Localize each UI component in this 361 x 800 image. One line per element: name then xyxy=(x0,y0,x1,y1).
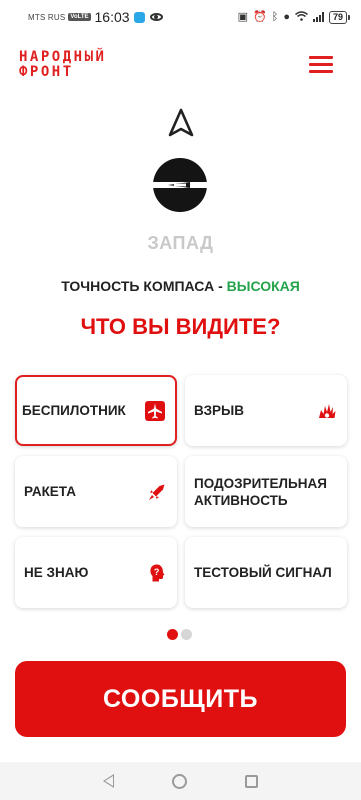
explosion-icon xyxy=(317,401,337,421)
question-head-icon: ? xyxy=(147,563,167,583)
logo-line-2: ФРОНТ xyxy=(19,64,74,80)
status-bar: MTS RUS VoLTE 16:03 ▣ ⏰ ᛒ ● 79 xyxy=(0,0,361,34)
svg-text:?: ? xyxy=(154,566,160,576)
hamburger-menu-icon[interactable] xyxy=(309,56,333,76)
compass-accuracy: ТОЧНОСТЬ КОМПАСА - ВЫСОКАЯ xyxy=(0,278,361,294)
page-dot-active[interactable] xyxy=(167,629,178,640)
volte-badge: VoLTE xyxy=(68,13,91,21)
back-icon[interactable] xyxy=(103,774,114,788)
option-label: РАКЕТА xyxy=(24,484,76,499)
option-label: НЕ ЗНАЮ xyxy=(24,565,89,580)
option-test-signal[interactable]: ТЕСТОВЫЙ СИГНАЛ xyxy=(185,537,347,608)
option-drone[interactable]: БЕСПИЛОТНИК xyxy=(15,375,177,446)
option-rocket[interactable]: РАКЕТА xyxy=(15,456,177,527)
wifi-icon xyxy=(295,10,308,24)
clock: 16:03 xyxy=(94,9,130,25)
option-suspicious-activity[interactable]: ПОДОЗРИТЕЛЬНАЯ АКТИВНОСТЬ xyxy=(185,456,347,527)
accuracy-label: ТОЧНОСТЬ КОМПАСА - xyxy=(61,278,227,294)
accuracy-value: ВЫСОКАЯ xyxy=(226,278,300,294)
bluetooth-icon: ᛒ xyxy=(271,10,279,23)
navigation-arrow-icon xyxy=(167,108,195,138)
airplane-icon xyxy=(145,400,165,421)
app-header: НАРОДНЫЙ ФРОНТ xyxy=(19,50,333,84)
compass-direction: ЗАПАД xyxy=(147,233,214,253)
recent-apps-icon[interactable] xyxy=(245,774,258,788)
option-label: ВЗРЫВ xyxy=(194,403,244,418)
page-indicator xyxy=(167,629,192,640)
question-heading: ЧТО ВЫ ВИДИТЕ? xyxy=(80,314,281,339)
alarm-icon: ⏰ xyxy=(253,10,267,23)
option-explosion[interactable]: ВЗРЫВ xyxy=(185,375,347,446)
location-icon: ● xyxy=(283,10,290,23)
logo-line-1: НАРОДНЫЙ xyxy=(19,49,107,65)
page-dot[interactable] xyxy=(181,629,192,640)
nfc-icon: ▣ xyxy=(237,10,249,23)
signal-icon xyxy=(312,12,324,22)
system-nav-bar xyxy=(0,762,361,800)
option-label: ТЕСТОВЫЙ СИГНАЛ xyxy=(194,565,332,580)
compass-dial xyxy=(153,158,207,212)
eye-icon xyxy=(149,13,163,21)
app-notification-icon xyxy=(133,11,145,23)
option-label: БЕСПИЛОТНИК xyxy=(22,403,126,418)
option-label: ПОДОЗРИТЕЛЬНАЯ АКТИВНОСТЬ xyxy=(194,475,327,508)
option-dont-know[interactable]: НЕ ЗНАЮ ? xyxy=(15,537,177,608)
home-icon[interactable] xyxy=(172,773,187,789)
rocket-icon xyxy=(147,482,167,502)
report-button[interactable]: СООБЩИТЬ xyxy=(15,661,346,737)
app-logo: НАРОДНЫЙ ФРОНТ xyxy=(19,50,333,80)
battery-icon: 79 xyxy=(328,10,351,24)
carrier-label: MTS RUS xyxy=(28,12,66,22)
